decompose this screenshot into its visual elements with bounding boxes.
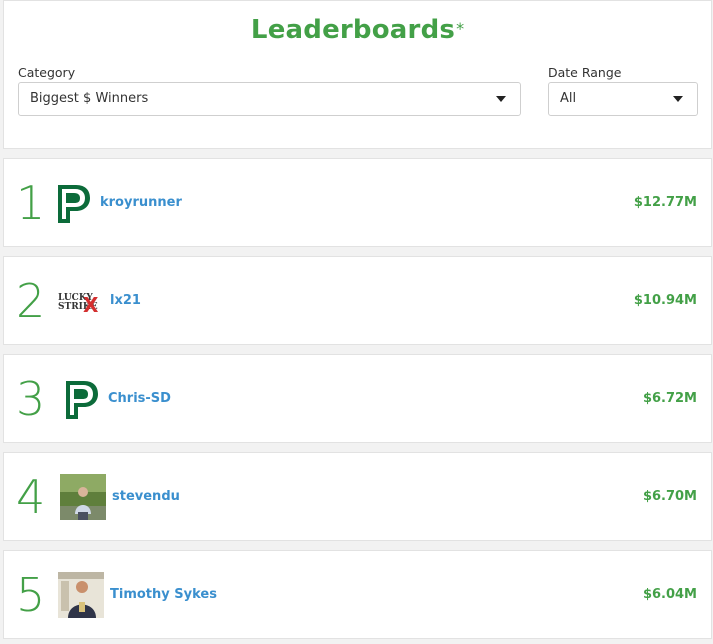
p-logo-icon[interactable] [50, 181, 96, 227]
leader-row: 1 kroyrunner $12.77M [3, 158, 712, 247]
category-select-value: Biggest $ Winners [30, 91, 149, 106]
chevron-down-icon [496, 96, 506, 102]
leader-row: 4 stevendu $6.70M [3, 452, 712, 541]
leaderboard-page: Leaderboards* Category Biggest $ Winners… [0, 0, 713, 644]
winnings-amount: $6.72M [642, 391, 697, 406]
date-range-select[interactable]: All [548, 82, 698, 116]
category-label: Category [18, 65, 76, 80]
rank-number: 2 [16, 274, 46, 328]
winnings-amount: $10.94M [633, 293, 697, 308]
lucky-strike-logo[interactable]: LUCKY STRIKE X [56, 279, 102, 325]
page-title-row: Leaderboards* [4, 15, 711, 45]
username-link[interactable]: Chris-SD [108, 355, 171, 442]
winnings-amount: $6.70M [642, 489, 697, 504]
p-logo-icon[interactable] [58, 377, 104, 423]
leader-row: 2 LUCKY STRIKE X lx21 $10.94M [3, 256, 712, 345]
rank-number: 5 [16, 568, 46, 622]
rank-number: 4 [16, 470, 46, 524]
chevron-down-icon [673, 96, 683, 102]
date-range-select-value: All [560, 91, 577, 106]
category-select[interactable]: Biggest $ Winners [18, 82, 521, 116]
username-link[interactable]: Timothy Sykes [110, 551, 217, 638]
avatar[interactable] [60, 474, 106, 520]
svg-text:X: X [83, 293, 99, 317]
date-range-label: Date Range [548, 65, 622, 80]
rank-number: 1 [16, 176, 46, 230]
leader-row: 3 Chris-SD $6.72M [3, 354, 712, 443]
username-link[interactable]: kroyrunner [100, 159, 182, 246]
page-title: Leaderboards [250, 15, 456, 45]
avatar[interactable] [58, 572, 104, 618]
winnings-amount: $6.04M [642, 587, 697, 602]
leader-row: 5 Timothy Sykes $6.04M [3, 550, 712, 639]
winnings-amount: $12.77M [633, 195, 697, 210]
rank-number: 3 [16, 372, 46, 426]
username-link[interactable]: stevendu [112, 453, 180, 540]
title-asterisk: * [456, 19, 465, 38]
filters-card: Leaderboards* Category Biggest $ Winners… [3, 0, 712, 149]
username-link[interactable]: lx21 [110, 257, 141, 344]
